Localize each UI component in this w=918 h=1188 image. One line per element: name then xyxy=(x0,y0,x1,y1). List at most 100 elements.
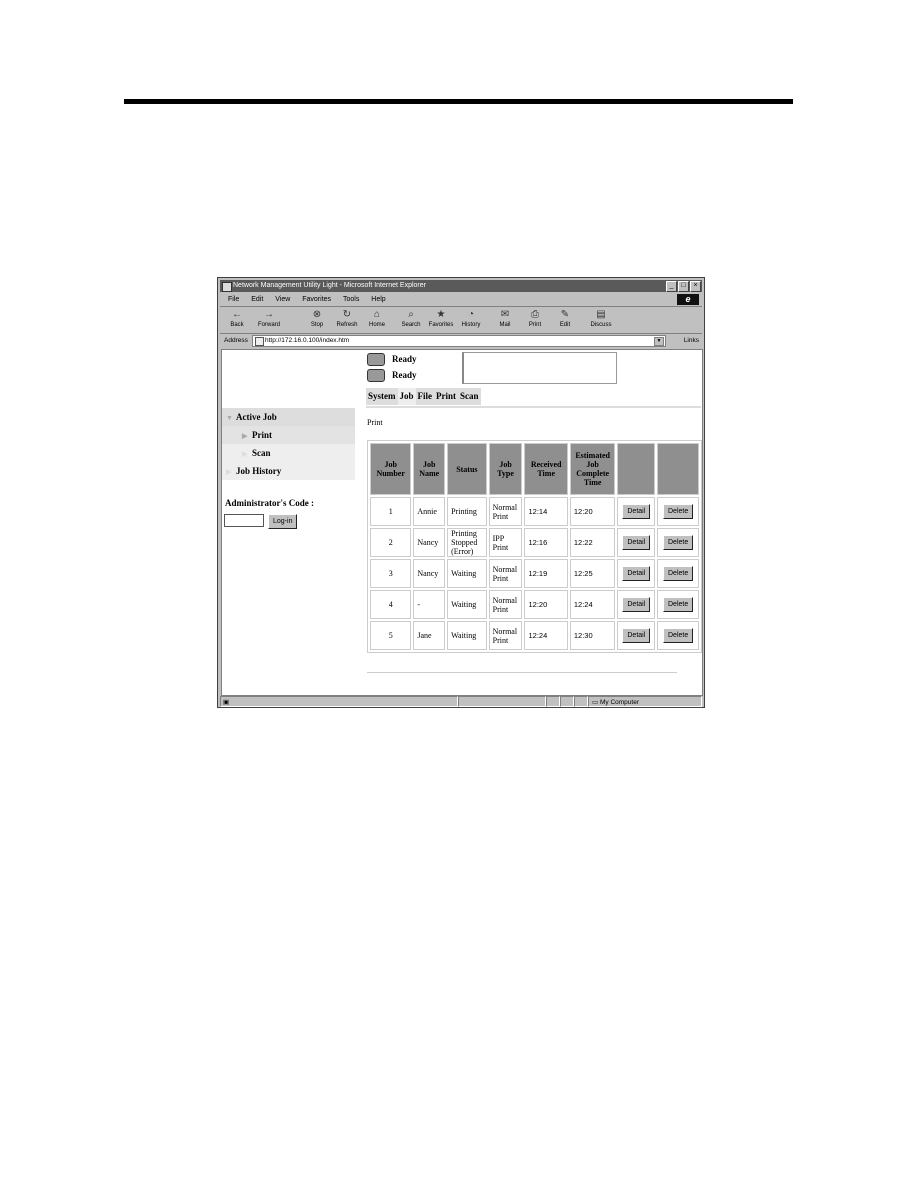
menu-file[interactable]: File xyxy=(228,296,239,303)
computer-icon: ▭ xyxy=(592,699,599,706)
menu-help[interactable]: Help xyxy=(371,296,385,303)
home-icon: ⌂ xyxy=(373,309,381,320)
minimize-button[interactable]: _ xyxy=(666,281,677,292)
tab-job[interactable]: Job xyxy=(397,388,416,405)
estimated-complete-time: 12:22 xyxy=(569,528,616,557)
main-tabs: System Job File Print Scan xyxy=(366,388,481,405)
message-box xyxy=(462,352,617,384)
address-dropdown-button[interactable]: ▼ xyxy=(654,337,664,346)
ie-app-icon xyxy=(222,282,232,292)
tab-scan[interactable]: Scan xyxy=(458,388,481,405)
table-row: 5 Jane Waiting Normal Print 12:24 12:30 Detail… xyxy=(370,621,699,650)
delete-button[interactable]: Delete xyxy=(663,597,694,612)
delete-button[interactable]: Delete xyxy=(663,504,694,519)
favorites-button[interactable]: ★ Favorites xyxy=(426,309,456,328)
zone-cell: ▭ My Computer xyxy=(588,696,702,707)
table-row: 1 Annie Printing Normal Print 12:14 12:20 Deta… xyxy=(370,497,699,526)
home-button[interactable]: ⌂ Home xyxy=(362,309,392,328)
job-type: IPP Print xyxy=(488,528,523,557)
status-bar: ▣ ▭ My Computer xyxy=(220,695,702,707)
menu-tools[interactable]: Tools xyxy=(343,296,359,303)
delete-button[interactable]: Delete xyxy=(663,566,694,581)
job-name: Annie xyxy=(413,497,446,526)
delete-button[interactable]: Delete xyxy=(663,535,694,550)
sidebar-item-job-history[interactable]: ▶ Job History xyxy=(222,462,355,480)
links-button[interactable]: Links xyxy=(684,334,699,347)
forward-arrow-icon: → xyxy=(264,309,274,320)
maximize-button[interactable]: □ xyxy=(678,281,689,292)
table-row: 3 Nancy Waiting Normal Print 12:19 12:25 Detai… xyxy=(370,559,699,588)
table-row: 2 Nancy Printing Stopped (Error) IPP Print 1… xyxy=(370,528,699,557)
address-input[interactable]: http://172.16.0.100/index.htm ▼ xyxy=(252,335,666,347)
page-icon xyxy=(255,337,264,346)
detail-button[interactable]: Detail xyxy=(622,597,651,612)
job-type: Normal Print xyxy=(488,559,523,588)
menu-favorites[interactable]: Favorites xyxy=(302,296,331,303)
estimated-complete-time: 12:24 xyxy=(569,590,616,619)
tab-print[interactable]: Print xyxy=(434,388,459,405)
history-button[interactable]: ◔ History xyxy=(456,309,486,328)
delete-button-cell: Delete xyxy=(657,559,699,588)
browser-window: Network Management Utility Light - Micro… xyxy=(217,277,705,708)
sidebar-item-print[interactable]: ▶ Print xyxy=(222,426,355,444)
tab-system[interactable]: System xyxy=(366,388,398,405)
job-number: 3 xyxy=(370,559,412,588)
back-button[interactable]: ← Back xyxy=(222,309,252,328)
delete-button-cell: Delete xyxy=(657,497,699,526)
page-header-rule xyxy=(124,99,793,104)
status-text-cell: ▣ xyxy=(220,696,458,707)
menu-view[interactable]: View xyxy=(275,296,290,303)
delete-button[interactable]: Delete xyxy=(663,628,694,643)
scanner-status: Ready xyxy=(392,370,417,380)
sidebar-item-active-job[interactable]: ▼ Active Job xyxy=(222,408,355,426)
discuss-button[interactable]: ▤ Discuss xyxy=(586,309,616,328)
estimated-complete-time: 12:30 xyxy=(569,621,616,650)
refresh-button[interactable]: ↻ Refresh xyxy=(332,309,362,328)
edit-icon: ✎ xyxy=(560,309,570,320)
triangle-right-icon: ▶ xyxy=(226,468,232,476)
stop-button[interactable]: ⊗ Stop xyxy=(302,309,332,328)
job-status: Waiting xyxy=(447,590,487,619)
detail-button[interactable]: Detail xyxy=(622,628,651,643)
triangle-down-icon: ▼ xyxy=(226,414,233,422)
forward-button[interactable]: → Forward xyxy=(254,309,284,328)
status-cell xyxy=(560,696,574,707)
mail-button[interactable]: ✉ Mail xyxy=(490,309,520,328)
admin-code-input[interactable] xyxy=(224,514,264,527)
menu-edit[interactable]: Edit xyxy=(251,296,263,303)
tab-file[interactable]: File xyxy=(415,388,435,405)
login-button[interactable]: Log-in xyxy=(268,514,298,529)
received-time: 12:16 xyxy=(524,528,568,557)
job-number: 1 xyxy=(370,497,412,526)
job-status: Printing Stopped (Error) xyxy=(447,528,487,557)
delete-button-cell: Delete xyxy=(657,621,699,650)
tab-divider xyxy=(366,406,701,408)
triangle-right-icon: ▶ xyxy=(242,450,248,458)
job-status: Waiting xyxy=(447,559,487,588)
history-icon: ◔ xyxy=(467,309,475,320)
estimated-complete-time: 12:25 xyxy=(569,559,616,588)
detail-button[interactable]: Detail xyxy=(622,566,651,581)
printer-icon xyxy=(367,352,385,366)
discuss-icon: ▤ xyxy=(596,309,606,320)
print-button[interactable]: ⎙ Print xyxy=(520,309,550,328)
edit-button[interactable]: ✎ Edit xyxy=(550,309,580,328)
close-button[interactable]: × xyxy=(690,281,701,292)
job-table: Job Number Job Name Status Job Type Rece… xyxy=(367,440,702,653)
col-delete xyxy=(657,443,699,495)
sidebar-item-scan[interactable]: ▶ Scan xyxy=(222,444,355,462)
mail-icon: ✉ xyxy=(500,309,510,320)
detail-button-cell: Detail xyxy=(617,621,656,650)
toolbar: ← Back → Forward ⊗ Stop ↻ Refresh ⌂ Home ⌕ Sea… xyxy=(220,307,702,334)
search-button[interactable]: ⌕ Search xyxy=(396,309,426,328)
address-bar: Address http://172.16.0.100/index.htm ▼ … xyxy=(220,334,702,347)
delete-button-cell: Delete xyxy=(657,528,699,557)
status-cell xyxy=(574,696,588,707)
title-bar: Network Management Utility Light - Micro… xyxy=(220,280,702,292)
horizontal-rule xyxy=(367,672,677,673)
detail-button[interactable]: Detail xyxy=(622,504,651,519)
page-content: Ready Ready System Job File Print Scan ▼… xyxy=(221,349,703,696)
menu-bar: File Edit View Favorites Tools Help e xyxy=(220,293,702,307)
detail-button[interactable]: Detail xyxy=(622,535,651,550)
window-title: Network Management Utility Light - Micro… xyxy=(233,282,426,289)
